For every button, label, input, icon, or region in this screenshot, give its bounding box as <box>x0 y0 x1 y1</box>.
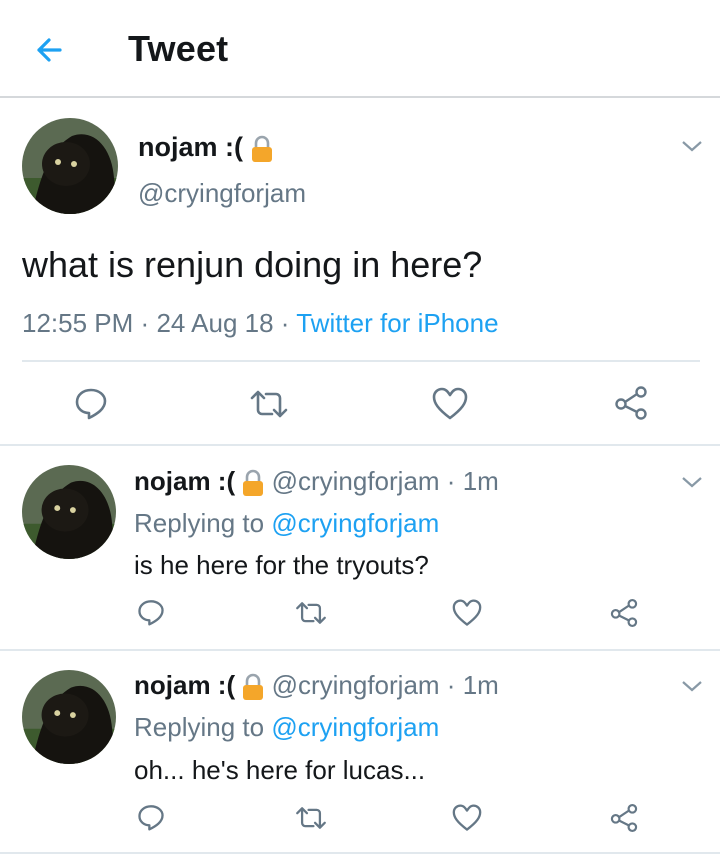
replying-handle[interactable]: @cryingforjam <box>271 508 439 538</box>
lock-icon <box>243 469 264 497</box>
page-title: Tweet <box>128 28 229 69</box>
tweet-meta: 12:55 PM · 24 Aug 18 · Twitter for iPhon… <box>22 308 499 339</box>
avatar[interactable] <box>22 118 118 214</box>
avatar[interactable] <box>22 670 116 764</box>
avatar[interactable] <box>22 465 116 559</box>
replying-handle[interactable]: @cryingforjam <box>271 712 439 742</box>
top-bar: Tweet <box>0 0 720 98</box>
divider <box>0 444 720 446</box>
author-handle[interactable]: @cryingforjam <box>272 466 440 496</box>
tweet-text: is he here for the tryouts? <box>134 550 429 580</box>
meta-separator: · <box>446 466 456 496</box>
share-icon[interactable] <box>609 598 639 628</box>
tweet-source[interactable]: Twitter for iPhone <box>296 308 498 338</box>
lock-icon <box>243 673 264 701</box>
retweet-icon[interactable] <box>294 600 328 626</box>
replying-to: Replying to @cryingforjam <box>134 508 439 539</box>
reply-icon[interactable] <box>137 598 165 626</box>
author-name[interactable]: nojam :( <box>134 670 235 700</box>
retweet-icon[interactable] <box>248 388 290 420</box>
share-icon[interactable] <box>613 385 649 421</box>
reply-header: nojam :( @cryingforjam · 1m <box>134 466 499 497</box>
replying-label: Replying to <box>134 712 265 742</box>
share-icon[interactable] <box>609 803 639 833</box>
author-line: nojam :( <box>138 132 273 163</box>
chevron-down-icon[interactable] <box>680 138 704 154</box>
replying-to: Replying to @cryingforjam <box>134 712 439 743</box>
meta-separator: · <box>280 308 290 338</box>
divider <box>0 649 720 651</box>
reply-icon[interactable] <box>74 386 108 420</box>
meta-separator: · <box>446 670 456 700</box>
like-icon[interactable] <box>452 599 482 627</box>
tweet-text: oh... he's here for lucas... <box>134 755 426 785</box>
tweet-time: 12:55 PM <box>22 308 134 338</box>
divider <box>0 852 720 854</box>
author-name[interactable]: nojam :( <box>134 466 235 496</box>
reply-age: 1m <box>462 466 499 496</box>
reply-icon[interactable] <box>137 803 165 831</box>
tweet-date: 24 Aug 18 <box>156 308 274 338</box>
chevron-down-icon[interactable] <box>680 678 704 694</box>
reply-age: 1m <box>462 670 499 700</box>
replying-label: Replying to <box>134 508 265 538</box>
like-icon[interactable] <box>432 387 468 421</box>
tweet-text: what is renjun doing in here? <box>22 244 483 285</box>
retweet-icon[interactable] <box>294 805 328 831</box>
author-handle[interactable]: @cryingforjam <box>138 178 306 209</box>
lock-icon <box>251 135 272 162</box>
reply-header: nojam :( @cryingforjam · 1m <box>134 670 499 701</box>
chevron-down-icon[interactable] <box>680 474 704 490</box>
author-name[interactable]: nojam :( <box>138 132 243 162</box>
back-arrow-icon[interactable] <box>30 30 70 70</box>
author-handle[interactable]: @cryingforjam <box>272 670 440 700</box>
like-icon[interactable] <box>452 804 482 832</box>
divider <box>22 360 700 362</box>
meta-separator: · <box>140 308 150 338</box>
